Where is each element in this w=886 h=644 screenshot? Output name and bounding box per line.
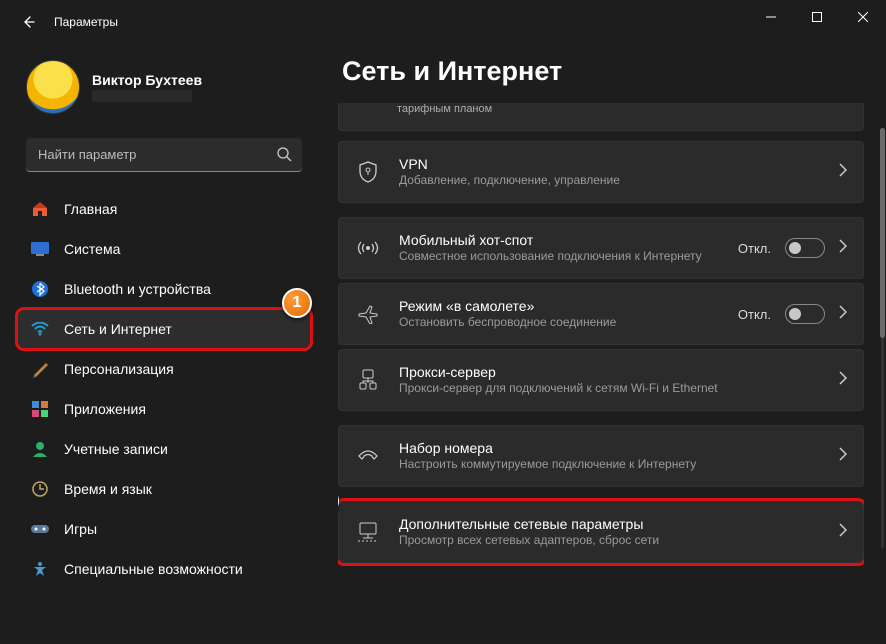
sidebar-item-label: Персонализация [64,361,174,377]
titlebar: Параметры [0,0,886,44]
sidebar-item-label: Bluetooth и устройства [64,281,211,297]
tile-title: Мобильный хот-спот [399,232,738,248]
accessibility-icon [30,559,50,579]
avatar [26,60,80,114]
tile-partial[interactable]: тарифным планом [338,103,864,131]
sidebar-item-label: Специальные возможности [64,561,243,577]
sidebar-item-label: Учетные записи [64,441,168,457]
clock-globe-icon [30,479,50,499]
sidebar-item-home[interactable]: Главная [18,190,310,228]
monitor-network-icon [355,522,381,542]
search-input[interactable] [26,138,302,172]
tile-sub: Совместное использование подключения к И… [399,249,738,265]
page-title: Сеть и Интернет [342,56,864,87]
person-icon [30,439,50,459]
window-title: Параметры [54,15,118,29]
brush-icon [30,359,50,379]
tile-sub: Прокси-сервер для подключений к сетям Wi… [399,381,839,397]
sidebar-item-time-language[interactable]: Время и язык [18,470,310,508]
tile-sub: Добавление, подключение, управление [399,173,839,189]
airplane-icon [355,304,381,324]
sidebar-item-label: Система [64,241,120,257]
sidebar-item-label: Сеть и Интернет [64,321,172,337]
sidebar-item-network[interactable]: Сеть и Интернет 1 [18,310,310,348]
tile-hotspot[interactable]: Мобильный хот-спот Совместное использова… [338,217,864,279]
sidebar-item-label: Главная [64,201,117,217]
search-icon [276,146,292,167]
sidebar-item-gaming[interactable]: Игры [18,510,310,548]
tile-vpn[interactable]: VPN Добавление, подключение, управление [338,141,864,203]
bluetooth-icon [30,279,50,299]
scrollbar[interactable] [881,128,884,548]
tile-dialup[interactable]: Набор номера Настроить коммутируемое под… [338,425,864,487]
toggle-state: Откл. [738,307,771,322]
chevron-right-icon [839,447,847,466]
sidebar-item-accessibility[interactable]: Специальные возможности [18,550,310,588]
tile-partial-sub: тарифным планом [397,103,492,115]
chevron-right-icon [839,371,847,390]
sidebar-item-bluetooth[interactable]: Bluetooth и устройства [18,270,310,308]
wifi-icon [30,319,50,339]
gamepad-icon [30,519,50,539]
tile-sub: Настроить коммутируемое подключение к Ин… [399,457,839,473]
profile-block[interactable]: Виктор Бухтеев [18,54,310,132]
main-content: Сеть и Интернет тарифным планом VPN Доба… [320,44,886,644]
sidebar-item-label: Приложения [64,401,146,417]
callout-1: 1 [282,288,312,318]
minimize-button[interactable] [748,0,794,34]
tile-airplane[interactable]: Режим «в самолете» Остановить беспроводн… [338,283,864,345]
home-icon [30,199,50,219]
close-button[interactable] [840,0,886,34]
tile-title: Набор номера [399,440,839,456]
sidebar-item-label: Время и язык [64,481,152,497]
chevron-right-icon [839,163,847,182]
tile-advanced-network[interactable]: 2 Дополнительные сетевые параметры Просм… [338,501,864,563]
apps-icon [30,399,50,419]
sidebar-item-label: Игры [64,521,97,537]
airplane-toggle[interactable] [785,304,825,324]
hotspot-icon [355,239,381,257]
shield-icon [355,161,381,183]
sidebar-item-apps[interactable]: Приложения [18,390,310,428]
proxy-icon [355,369,381,391]
toggle-state: Откл. [738,241,771,256]
profile-name: Виктор Бухтеев [92,72,202,88]
phone-icon [355,448,381,464]
tile-title: VPN [399,156,839,172]
nav-list: Главная Система Bluetooth и устройства С… [18,190,310,588]
system-icon [30,239,50,259]
back-button[interactable] [12,6,44,38]
hotspot-toggle[interactable] [785,238,825,258]
tile-title: Режим «в самолете» [399,298,738,314]
tile-sub: Остановить беспроводное соединение [399,315,738,331]
tile-title: Дополнительные сетевые параметры [399,516,839,532]
sidebar: Виктор Бухтеев Главная Система [0,44,320,644]
tile-title: Прокси-сервер [399,364,839,380]
tile-proxy[interactable]: Прокси-сервер Прокси-сервер для подключе… [338,349,864,411]
tile-sub: Просмотр всех сетевых адаптеров, сброс с… [399,533,839,549]
chevron-right-icon [839,523,847,542]
maximize-button[interactable] [794,0,840,34]
sidebar-item-personalization[interactable]: Персонализация [18,350,310,388]
sidebar-item-accounts[interactable]: Учетные записи [18,430,310,468]
profile-email [92,90,192,102]
sidebar-item-system[interactable]: Система [18,230,310,268]
chevron-right-icon [839,305,847,324]
chevron-right-icon [839,239,847,258]
